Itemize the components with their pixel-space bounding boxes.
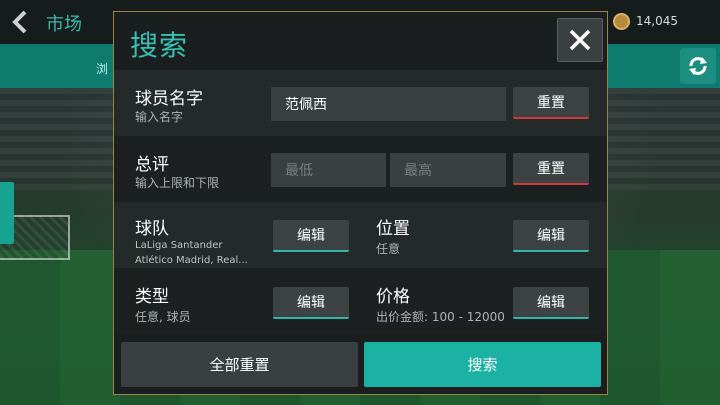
team-edit-button[interactable]: 编辑: [273, 220, 349, 252]
team-label: 球队: [135, 219, 169, 239]
dialog-title: 搜索: [130, 29, 189, 62]
search-dialog: 搜索 球员名字 输入名字 范佩西 重置 总评 输入上限和下限 最低 最高 重置 …: [113, 11, 608, 395]
coin-balance: 14,045: [636, 14, 678, 28]
rating-max-input[interactable]: 最高: [390, 153, 506, 187]
rating-reset-button[interactable]: 重置: [513, 153, 589, 185]
player-name-input[interactable]: 范佩西: [271, 87, 506, 121]
price-value: 出价金额: 100 - 12000: [376, 310, 505, 324]
type-edit-button[interactable]: 编辑: [273, 287, 349, 319]
player-name-hint: 输入名字: [135, 110, 184, 124]
team-clubs-value: Atlético Madrid, Real...: [135, 255, 248, 266]
position-label: 位置: [376, 219, 410, 239]
close-button[interactable]: [557, 18, 603, 62]
team-position-row: 球队 LaLiga Santander Atlético Madrid, Rea…: [114, 202, 607, 268]
player-name-label: 球员名字: [135, 89, 203, 109]
rating-row: 总评 输入上限和下限 最低 最高 重置: [114, 136, 607, 202]
reset-all-button[interactable]: 全部重置: [121, 342, 358, 387]
player-name-row: 球员名字 输入名字 范佩西 重置: [114, 70, 607, 136]
rating-hint: 输入上限和下限: [135, 176, 220, 190]
type-value: 任意, 球员: [135, 310, 191, 324]
page-title: 市场: [46, 14, 82, 35]
refresh-button[interactable]: [680, 48, 716, 84]
search-button[interactable]: 搜索: [364, 342, 601, 387]
player-name-reset-button[interactable]: 重置: [513, 87, 589, 119]
tab-browse[interactable]: 浏: [96, 60, 108, 77]
coin-icon: [613, 13, 630, 30]
refresh-icon: [689, 57, 707, 75]
close-icon: [569, 29, 591, 51]
type-label: 类型: [135, 287, 169, 307]
back-arrow-icon[interactable]: [10, 9, 30, 35]
team-league-value: LaLiga Santander: [135, 240, 223, 251]
price-edit-button[interactable]: 编辑: [513, 287, 589, 319]
position-value: 任意: [376, 242, 401, 256]
position-edit-button[interactable]: 编辑: [513, 220, 589, 252]
rating-label: 总评: [135, 155, 169, 175]
side-card-edge: [0, 182, 14, 244]
price-label: 价格: [376, 287, 410, 307]
type-price-row: 类型 任意, 球员 编辑 价格 出价金额: 100 - 12000 编辑: [114, 268, 607, 334]
rating-min-input[interactable]: 最低: [271, 153, 386, 187]
